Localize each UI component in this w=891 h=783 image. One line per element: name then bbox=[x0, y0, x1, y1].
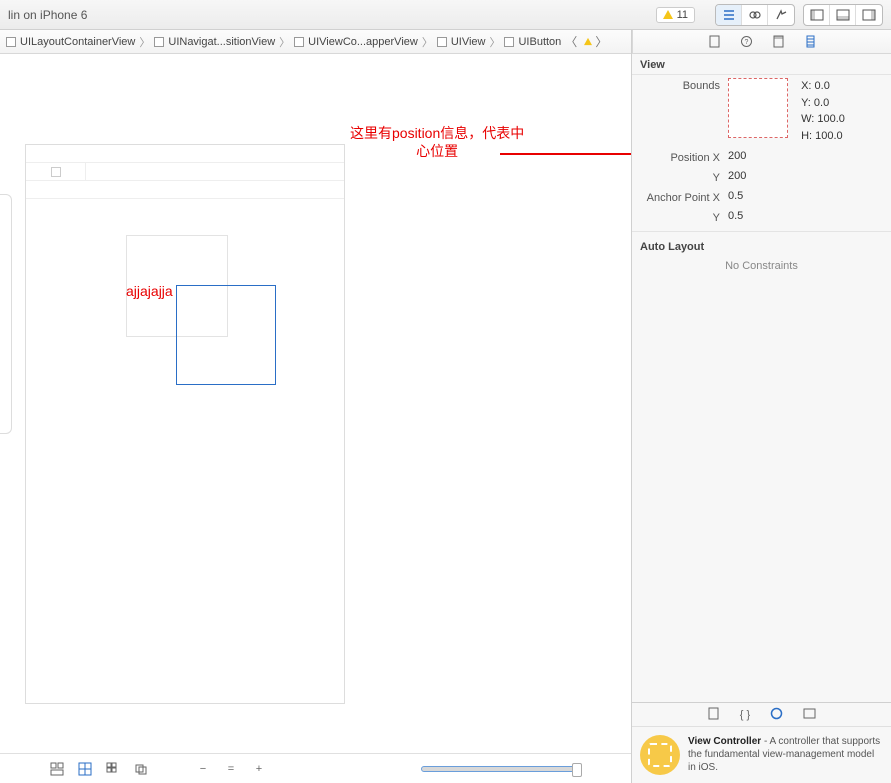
breadcrumb-item[interactable]: UINavigat...sitionView bbox=[152, 36, 277, 48]
zoom-slider[interactable] bbox=[421, 766, 581, 772]
media-library-tab[interactable] bbox=[803, 707, 816, 723]
object-library-tab[interactable] bbox=[770, 707, 783, 723]
position-y-label: Y bbox=[640, 170, 728, 184]
bounds-w: 100.0 bbox=[817, 113, 845, 125]
view-icon bbox=[504, 37, 514, 47]
breadcrumb-item[interactable]: UIView bbox=[435, 36, 488, 48]
bottom-panel-button[interactable] bbox=[830, 5, 856, 25]
warning-icon bbox=[584, 38, 592, 45]
library-tabs: { } bbox=[632, 703, 891, 727]
breadcrumb: UILayoutContainerView 〉 UINavigat...siti… bbox=[0, 30, 631, 54]
outline-handle[interactable] bbox=[0, 194, 12, 434]
library-item-text: View Controller - A controller that supp… bbox=[688, 735, 883, 775]
editor-mode-group bbox=[715, 4, 795, 26]
annotation-text: 这里有position信息，代表中 心位置 bbox=[350, 124, 524, 160]
position-x-label: Position X bbox=[640, 150, 728, 164]
view-icon bbox=[6, 37, 16, 47]
inspector-body: View Bounds X: 0.0 Y: 0.0 W: 100.0 H: 10… bbox=[632, 54, 891, 702]
canvas-bottom-bar: − = + bbox=[0, 753, 631, 783]
svg-text:?: ? bbox=[745, 39, 749, 46]
warning-count: 11 bbox=[677, 9, 688, 21]
breadcrumb-item[interactable]: UIViewCo...apperView bbox=[292, 36, 420, 48]
canvas[interactable]: ajjajajja 这里有position信息，代表中 心位置 bbox=[0, 54, 631, 753]
breadcrumb-item[interactable]: UILayoutContainerView bbox=[4, 36, 137, 48]
bounds-h: 100.0 bbox=[815, 130, 843, 142]
view-icon bbox=[294, 37, 304, 47]
size-inspector-tab[interactable] bbox=[804, 35, 818, 49]
annotation-arrow bbox=[500, 134, 631, 174]
anchor-x-label: Anchor Point X bbox=[640, 190, 728, 204]
issues-badge[interactable]: 11 bbox=[656, 7, 695, 23]
warning-icon bbox=[663, 10, 673, 19]
bounds-y: 0.0 bbox=[814, 97, 829, 109]
selected-view[interactable] bbox=[176, 285, 276, 385]
identity-inspector-tab[interactable] bbox=[772, 35, 786, 49]
chevron-right-icon: 〉 bbox=[489, 34, 500, 50]
bounds-x: 0.0 bbox=[815, 80, 830, 92]
zoom-out-icon[interactable]: − bbox=[196, 762, 210, 776]
scheme-title: lin on iPhone 6 bbox=[8, 8, 87, 22]
panel-toggle-group bbox=[803, 4, 883, 26]
zoom-in-icon[interactable]: + bbox=[252, 762, 266, 776]
file-template-tab[interactable] bbox=[707, 707, 720, 723]
bounds-preview[interactable] bbox=[728, 78, 788, 138]
prev-arrow[interactable]: 〈 bbox=[563, 33, 579, 50]
zoom-fit-icon[interactable]: = bbox=[224, 762, 238, 776]
view-icon bbox=[154, 37, 164, 47]
phone-view[interactable]: ajjajajja bbox=[25, 144, 345, 704]
button-label[interactable]: ajjajajja bbox=[126, 283, 173, 299]
view-controller-icon bbox=[640, 735, 680, 775]
bounds-label: Bounds bbox=[640, 78, 728, 92]
layout-icon[interactable] bbox=[50, 762, 64, 776]
section-title: View bbox=[632, 54, 891, 75]
code-snippet-tab[interactable]: { } bbox=[740, 709, 750, 721]
assistant-editor-button[interactable] bbox=[742, 5, 768, 25]
chevron-right-icon: 〉 bbox=[139, 34, 150, 50]
anchor-y-label: Y bbox=[640, 210, 728, 224]
anchor-x[interactable]: 0.5 bbox=[728, 190, 883, 202]
any-any-icon[interactable] bbox=[78, 762, 92, 776]
chevron-right-icon: 〉 bbox=[279, 34, 290, 50]
position-x[interactable]: 200 bbox=[728, 150, 883, 162]
position-y[interactable]: 200 bbox=[728, 170, 883, 182]
view-icon bbox=[437, 37, 447, 47]
left-panel-button[interactable] bbox=[804, 5, 830, 25]
no-constraints: No Constraints bbox=[632, 256, 891, 276]
grid-icon[interactable] bbox=[106, 762, 120, 776]
right-panel-button[interactable] bbox=[856, 5, 882, 25]
library-item[interactable]: View Controller - A controller that supp… bbox=[632, 727, 891, 783]
anchor-y[interactable]: 0.5 bbox=[728, 210, 883, 222]
stack-icon[interactable] bbox=[134, 762, 148, 776]
next-arrow[interactable]: 〉 bbox=[593, 33, 609, 50]
standard-editor-button[interactable] bbox=[716, 5, 742, 25]
version-editor-button[interactable] bbox=[768, 5, 794, 25]
breadcrumb-item[interactable]: UIButton bbox=[502, 36, 563, 48]
auto-layout-title: Auto Layout bbox=[632, 236, 891, 256]
quick-help-tab[interactable]: ? bbox=[740, 35, 754, 49]
chevron-right-icon: 〉 bbox=[422, 34, 433, 50]
inspector-tabs: ? bbox=[632, 30, 891, 54]
file-inspector-tab[interactable] bbox=[708, 35, 722, 49]
